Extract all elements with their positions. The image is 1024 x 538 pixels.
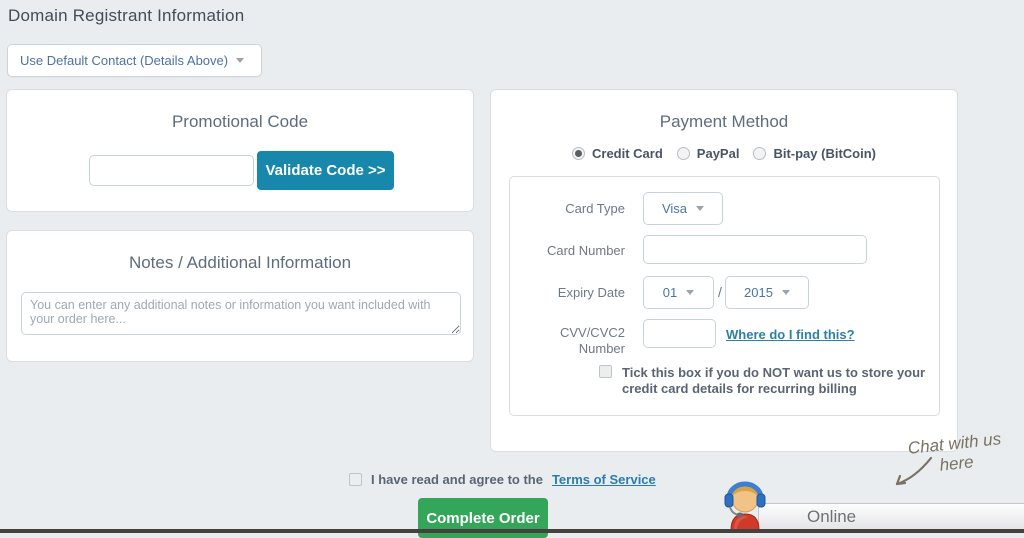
cvv-label-line2: Number — [579, 341, 625, 356]
chat-bar[interactable]: Online — [758, 503, 1024, 530]
radio-bitpay[interactable]: Bit-pay (BitCoin) — [753, 146, 876, 161]
payment-panel-title: Payment Method — [491, 112, 957, 132]
cvv-label: CVV/CVC2 Number — [530, 325, 625, 356]
promo-code-panel: Promotional Code Validate Code >> — [6, 89, 474, 212]
cvv-help-link[interactable]: Where do I find this? — [726, 327, 855, 342]
radio-icon — [677, 147, 690, 160]
cvv-input[interactable] — [643, 319, 716, 348]
store-optout-checkbox[interactable] — [599, 365, 612, 378]
payment-method-radios: Credit Card PayPal Bit-pay (BitCoin) — [491, 146, 957, 161]
radio-icon — [753, 147, 766, 160]
registrant-contact-dropdown-value: Use Default Contact (Details Above) — [20, 53, 228, 68]
chevron-down-icon — [236, 58, 244, 63]
cvv-label-line1: CVV/CVC2 — [560, 325, 625, 340]
expiry-separator: / — [718, 284, 722, 300]
radio-paypal[interactable]: PayPal — [677, 146, 740, 161]
checkout-page: Domain Registrant Information Use Defaul… — [0, 0, 1024, 533]
agree-row: I have read and agree to the Terms of Se… — [349, 472, 656, 487]
tos-agree-checkbox[interactable] — [349, 473, 362, 486]
card-type-select[interactable]: Visa — [643, 192, 723, 225]
promo-panel-title: Promotional Code — [7, 112, 473, 132]
page-title: Domain Registrant Information — [8, 6, 244, 26]
notes-textarea[interactable] — [21, 292, 461, 335]
credit-card-form: Card Type Visa Card Number Expiry Date 0… — [509, 176, 940, 416]
store-optout-label: Tick this box if you do NOT want us to s… — [622, 365, 929, 398]
promo-code-input[interactable] — [89, 155, 254, 186]
card-number-input[interactable] — [643, 235, 867, 264]
agree-text: I have read and agree to the — [371, 472, 543, 487]
expiry-year-value: 2015 — [744, 285, 773, 300]
payment-panel: Payment Method Credit Card PayPal Bit-pa… — [490, 89, 958, 452]
radio-bitpay-label: Bit-pay (BitCoin) — [773, 146, 876, 161]
store-optout-row: Tick this box if you do NOT want us to s… — [599, 365, 929, 398]
notes-panel-title: Notes / Additional Information — [7, 253, 473, 273]
chat-note-line2: here — [939, 452, 975, 474]
radio-credit-card[interactable]: Credit Card — [572, 146, 663, 161]
card-type-label: Card Type — [530, 201, 625, 216]
chat-agent-icon[interactable] — [720, 481, 772, 531]
chevron-down-icon — [686, 290, 694, 295]
tos-link[interactable]: Terms of Service — [552, 472, 656, 487]
registrant-contact-dropdown[interactable]: Use Default Contact (Details Above) — [7, 44, 262, 77]
expiry-year-select[interactable]: 2015 — [725, 276, 809, 309]
card-number-label: Card Number — [530, 243, 625, 258]
chevron-down-icon — [782, 290, 790, 295]
card-type-value: Visa — [662, 201, 687, 216]
validate-code-button[interactable]: Validate Code >> — [257, 151, 394, 190]
radio-paypal-label: PayPal — [697, 146, 740, 161]
chevron-down-icon — [696, 206, 704, 211]
chat-status: Online — [807, 507, 856, 527]
notes-panel: Notes / Additional Information — [6, 230, 474, 362]
expiry-month-select[interactable]: 01 — [643, 276, 714, 309]
chat-arrow-icon — [885, 452, 937, 496]
expiry-date-label: Expiry Date — [530, 285, 625, 300]
radio-credit-card-label: Credit Card — [592, 146, 663, 161]
bottom-edge-bar — [0, 529, 1024, 533]
radio-selected-icon — [572, 147, 585, 160]
expiry-month-value: 01 — [663, 285, 677, 300]
